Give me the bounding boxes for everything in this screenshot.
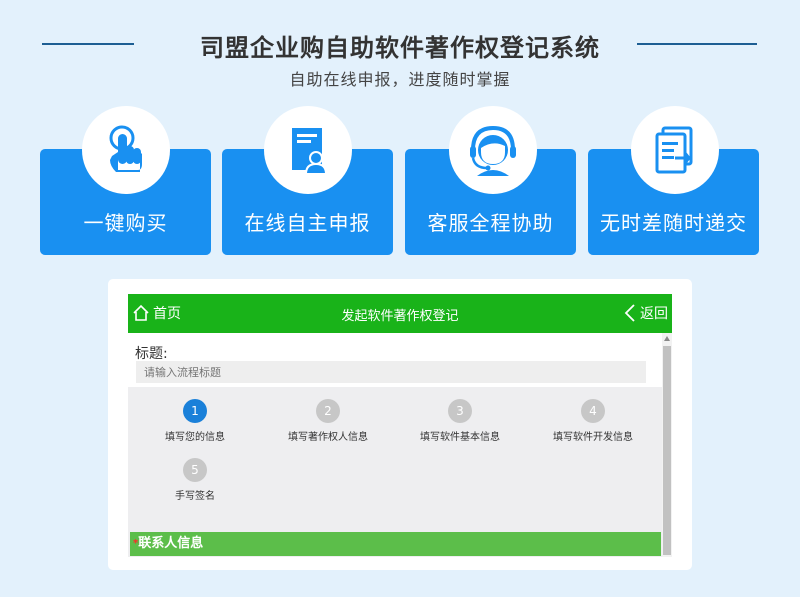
page-subtitle: 自助在线申报，进度随时掌握 (289, 70, 511, 89)
step-label: 填写您的信息 (165, 432, 225, 443)
step-label: 填写软件开发信息 (553, 432, 633, 443)
submit-documents-icon (631, 106, 719, 194)
back-label: 返回 (640, 306, 668, 322)
tap-hand-icon (82, 106, 170, 194)
back-button[interactable]: 返回 (624, 303, 668, 323)
contact-section-header: *联系人信息 (130, 532, 661, 556)
step-label: 填写软件基本信息 (420, 432, 500, 443)
step-label: 手写签名 (175, 491, 215, 502)
scrollbar-thumb[interactable] (663, 346, 671, 555)
feature-label: 客服全程协助 (427, 211, 554, 235)
step-label: 填写著作权人信息 (288, 432, 368, 443)
title-label: 标题: (135, 346, 168, 362)
app-top-bar: 首页 发起软件著作权登记 返回 (128, 294, 672, 333)
step-number: 4 (581, 399, 605, 423)
scroll-up-arrow-icon[interactable] (664, 336, 670, 341)
app-page-title: 发起软件著作权登记 (341, 309, 459, 324)
feature-label: 在线自主申报 (244, 211, 371, 235)
chevron-left-icon (624, 304, 635, 322)
headset-agent-icon (449, 106, 537, 194)
step-1[interactable]: 1 填写您的信息 (130, 399, 260, 443)
form-content: 标题: 1 填写您的信息 2 填写著作权人信息 3 填写软件基本信息 4 填写软… (128, 333, 662, 557)
step-5[interactable]: 5 手写签名 (130, 458, 260, 502)
feature-label: 无时差随时递交 (600, 211, 747, 235)
step-4[interactable]: 4 填写软件开发信息 (528, 399, 658, 443)
step-number: 5 (183, 458, 207, 482)
feature-label: 一键购买 (83, 211, 168, 235)
step-number: 3 (448, 399, 472, 423)
step-3[interactable]: 3 填写软件基本信息 (395, 399, 525, 443)
section-title: 联系人信息 (138, 536, 204, 551)
title-input[interactable] (136, 361, 646, 383)
step-number: 2 (316, 399, 340, 423)
step-2[interactable]: 2 填写著作权人信息 (263, 399, 393, 443)
page-title: 司盟企业购自助软件著作权登记系统 (200, 34, 600, 62)
step-number: 1 (183, 399, 207, 423)
document-user-icon (264, 106, 352, 194)
